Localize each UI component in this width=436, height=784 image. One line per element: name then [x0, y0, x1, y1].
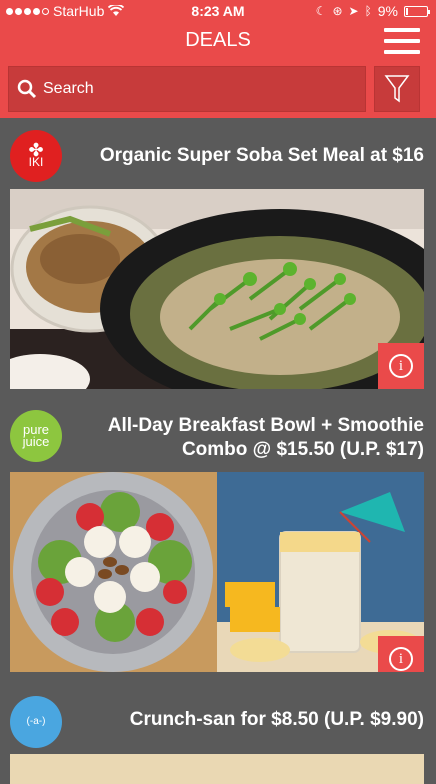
info-button[interactable]: i — [378, 636, 424, 672]
moon-icon: ☾ — [315, 4, 327, 18]
merchant-logo: pure juice — [10, 410, 62, 462]
merchant-logo: (-a-) — [10, 696, 62, 748]
deal-card[interactable]: pure juice All-Day Breakfast Bowl + Smoo… — [0, 400, 436, 672]
deal-image[interactable]: i — [10, 472, 424, 672]
info-icon: i — [389, 354, 413, 378]
menu-button[interactable] — [384, 28, 420, 56]
soba-photo — [10, 189, 424, 389]
deal-title: Organic Super Soba Set Meal at $16 — [99, 145, 424, 166]
deal-title: All-Day Breakfast Bowl + Smoothie Combo … — [107, 415, 424, 460]
hamburger-icon — [384, 28, 420, 32]
breakfast-bowl-photo — [10, 472, 424, 672]
merchant-logo: ✤ IKI — [10, 130, 62, 182]
battery-percent: 9% — [377, 3, 398, 19]
location-icon: ➤ — [348, 4, 359, 18]
deal-header: pure juice All-Day Breakfast Bowl + Smoo… — [0, 400, 436, 470]
deal-title: Crunch-san for $8.50 (U.P. $9.90) — [129, 709, 424, 730]
deal-header: ✤ IKI Organic Super Soba Set Meal at $16 — [0, 120, 436, 190]
search-input[interactable]: Search — [8, 66, 366, 112]
info-icon: i — [389, 647, 413, 671]
filter-icon — [384, 75, 410, 103]
deal-image[interactable]: i — [10, 189, 424, 389]
status-bar: StarHub 8:23 AM ☾ ⊛ ➤ ᛒ 9% — [0, 0, 436, 22]
search-icon — [17, 79, 37, 99]
search-bar: Search — [0, 62, 436, 118]
deal-image[interactable] — [10, 754, 424, 784]
merchant-logo-text: juice — [22, 434, 50, 449]
deal-card[interactable]: ✤ IKI Organic Super Soba Set Meal at $16 — [0, 120, 436, 389]
merchant-logo-text: (-a-) — [26, 716, 46, 727]
search-placeholder: Search — [43, 80, 94, 97]
deal-header: (-a-) Crunch-san for $8.50 (U.P. $9.90) — [0, 686, 436, 756]
status-icons: ☾ ⊛ ➤ ᛒ 9% — [315, 3, 430, 19]
page-title: DEALS — [185, 29, 251, 51]
deal-card[interactable]: (-a-) Crunch-san for $8.50 (U.P. $9.90) — [0, 686, 436, 784]
merchant-logo-text: IKI — [28, 155, 44, 169]
bluetooth-icon: ᛒ — [364, 4, 372, 18]
battery-icon — [404, 5, 430, 17]
rotation-lock-icon: ⊛ — [332, 4, 343, 18]
filter-button[interactable] — [374, 66, 420, 112]
nav-bar: DEALS — [0, 22, 436, 62]
info-button[interactable]: i — [378, 343, 424, 389]
